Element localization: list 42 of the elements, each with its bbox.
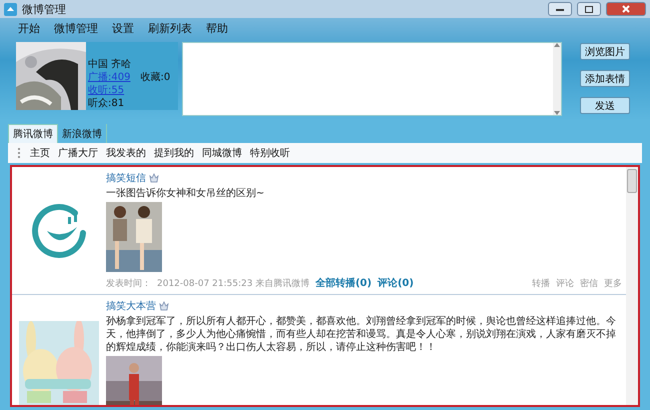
nav-link[interactable]: 特别收听 — [250, 146, 290, 160]
close-icon — [622, 5, 630, 13]
tab[interactable]: 腾讯微博 — [8, 124, 58, 143]
menu-item[interactable]: 刷新列表 — [148, 20, 192, 36]
maximize-button[interactable] — [577, 2, 601, 16]
menu-item[interactable]: 设置 — [112, 20, 134, 36]
footer-link[interactable]: 评论(0) — [378, 276, 414, 290]
scroll-up-icon[interactable] — [554, 43, 560, 47]
nav-link[interactable]: 提到我的 — [154, 146, 194, 160]
minimize-button[interactable] — [548, 2, 572, 16]
minimize-icon — [556, 8, 564, 10]
author-link[interactable]: 搞笑短信 — [106, 171, 146, 185]
toolbar-button[interactable]: 浏览图片 — [580, 43, 630, 60]
stat-text: 收藏:0 — [140, 71, 170, 84]
menu-item[interactable]: 微博管理 — [54, 20, 98, 36]
footer-link[interactable]: 全部转播(0) — [315, 276, 372, 290]
author-link[interactable]: 搞笑大本营 — [106, 299, 156, 313]
nav-link[interactable]: 主页 — [30, 146, 50, 160]
scrollbar[interactable] — [553, 43, 561, 115]
crown-icon — [159, 301, 169, 311]
nav-link[interactable]: 同城微博 — [202, 146, 242, 160]
nav-link[interactable]: 我发表的 — [106, 146, 146, 160]
crown-icon — [149, 173, 159, 183]
post-text: 孙杨拿到冠军了，所以所有人都开心，都赞美，都喜欢他。刘翔曾经拿到冠军的时候，舆论也曾经这样追捧过他。今天，他摔倒了，多少人为他心痛惋惜，而有些人却在挖苦和谩骂。真是令人心寒，别说刘翔在演戏，人家有磨灭不掉的辉煌成绩，你能演来吗？出口伤人太容易，所以，请停止这种伤害吧！！ — [106, 315, 617, 354]
stat-text: 听众:81 — [88, 97, 124, 110]
time-label: 发表时间： — [106, 278, 151, 290]
maximize-icon — [585, 6, 593, 12]
close-button[interactable] — [606, 2, 646, 16]
toolbar-button[interactable]: 添加表情 — [580, 70, 630, 87]
window-title: 微博管理 — [22, 2, 66, 16]
toolbar-button[interactable]: 发送 — [580, 97, 630, 114]
menu-item[interactable]: 帮助 — [206, 20, 228, 36]
app-icon — [4, 2, 17, 16]
scrollbar[interactable] — [626, 167, 638, 405]
menu-item[interactable]: 开始 — [18, 20, 40, 36]
location-text: 中国 齐哈 — [88, 58, 132, 71]
timestamp: 2012-08-07 21:55:23 来自腾讯微博 — [157, 278, 310, 290]
smile-icon — [31, 202, 87, 258]
nav-link[interactable]: 广播大厅 — [58, 146, 98, 160]
compose-field[interactable] — [182, 42, 562, 116]
post-text: 一张图告诉你女神和女吊丝的区别~ — [106, 187, 266, 200]
scroll-down-icon[interactable] — [554, 111, 560, 115]
